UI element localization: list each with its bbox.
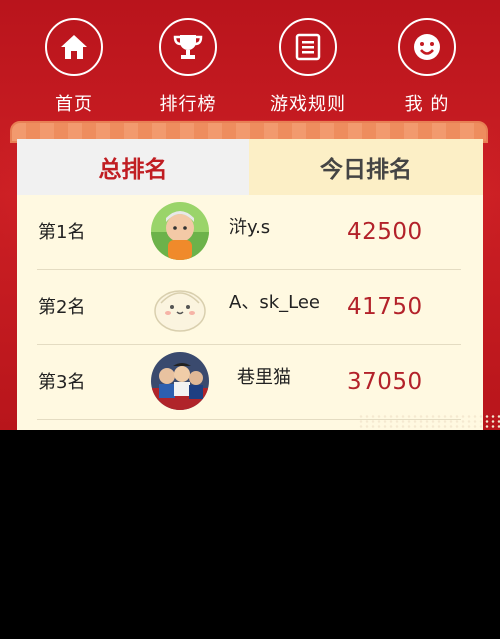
avatar	[151, 352, 209, 410]
ranking-row: 第3名 巷里猫 37050	[17, 345, 483, 420]
nav-leaderboard[interactable]: 排行榜	[138, 18, 238, 116]
nav-mine[interactable]: 我 的	[377, 18, 477, 116]
player-name: 巷里猫	[237, 367, 291, 388]
nav-mine-label: 我 的	[404, 94, 450, 115]
player-score: 41750	[347, 294, 423, 320]
top-nav: 首页 排行榜 游戏规则 我 的	[0, 0, 500, 118]
nav-leaderboard-label: 排行榜	[159, 94, 217, 115]
rank-label: 第1名	[38, 222, 86, 243]
tab-total-ranking[interactable]: 总排名	[17, 139, 249, 195]
ranking-row: 第2名 A、sk_Lee 41750	[17, 270, 483, 345]
leaderboard-card: 总排名 今日排名 第1名 浒y.s 42500 第2名 A、sk_Lee 417…	[17, 139, 483, 430]
rank-label: 第2名	[38, 297, 86, 318]
avatar	[151, 277, 209, 335]
smiley-face-icon	[398, 18, 456, 76]
player-name: A、sk_Lee	[229, 292, 320, 313]
ranking-row: 第1名 浒y.s 42500	[17, 195, 483, 270]
avatar	[151, 202, 209, 260]
home-icon	[45, 18, 103, 76]
nav-home[interactable]: 首页	[24, 18, 124, 116]
app-screen: 首页 排行榜 游戏规则 我 的 总排名 今日排名 第1名 浒y.s 42500 …	[0, 0, 500, 430]
decorative-dot-pattern	[358, 414, 500, 430]
nav-rules[interactable]: 游戏规则	[258, 18, 358, 116]
tab-today-ranking[interactable]: 今日排名	[249, 139, 483, 195]
ranking-tabs: 总排名 今日排名	[17, 139, 483, 195]
blank-black-area	[0, 430, 500, 639]
nav-rules-label: 游戏规则	[270, 94, 346, 115]
player-score: 42500	[347, 219, 423, 245]
rank-label: 第3名	[38, 372, 86, 393]
player-score: 37050	[347, 369, 423, 395]
nav-home-label: 首页	[55, 94, 93, 115]
player-name: 浒y.s	[229, 217, 271, 238]
trophy-icon	[159, 18, 217, 76]
rules-document-icon	[279, 18, 337, 76]
